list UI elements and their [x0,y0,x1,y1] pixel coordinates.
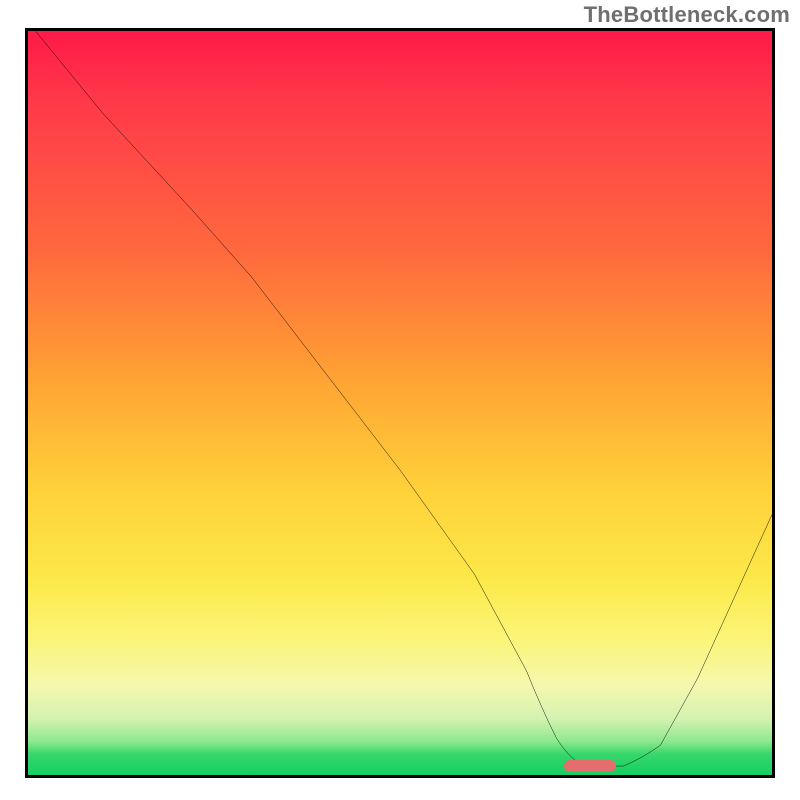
optimal-range-marker [564,760,616,772]
chart-container: TheBottleneck.com [0,0,800,800]
plot-area [25,28,775,778]
watermark-text: TheBottleneck.com [584,2,790,28]
heat-gradient-background [28,31,772,775]
